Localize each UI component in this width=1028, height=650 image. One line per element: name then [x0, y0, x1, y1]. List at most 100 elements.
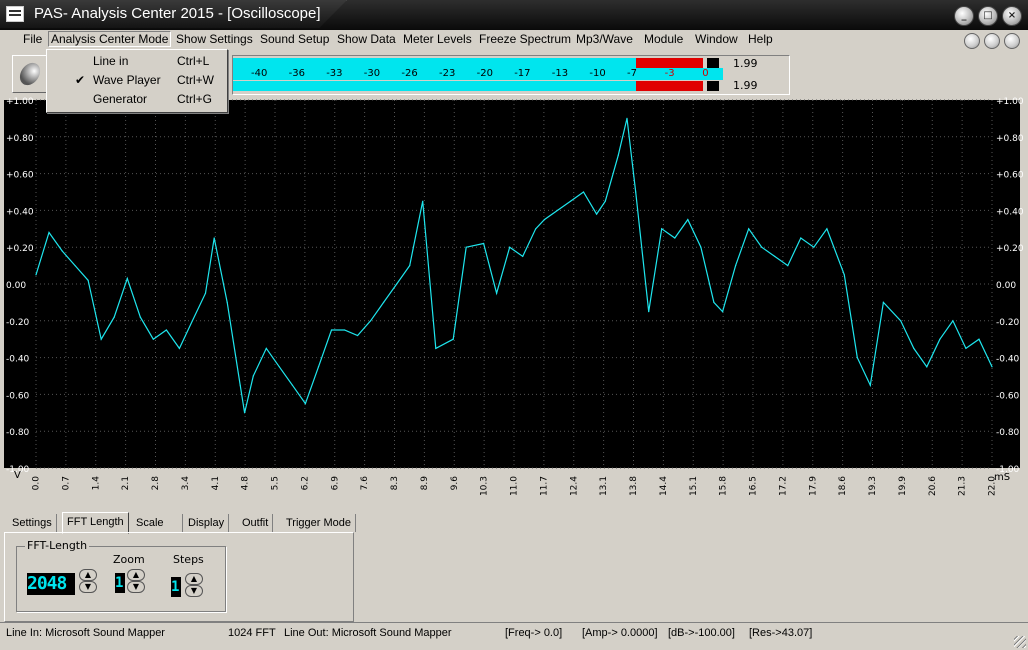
waveform-point: [826, 228, 828, 230]
menu-module[interactable]: Module: [642, 32, 685, 46]
x-tick-label: 11.7: [539, 476, 549, 496]
spin-up-icon[interactable]: ▲: [127, 569, 145, 581]
menu-sound-setup[interactable]: Sound Setup: [258, 32, 331, 46]
menu-show-settings[interactable]: Show Settings: [174, 32, 255, 46]
waveform-point: [243, 412, 246, 414]
menu-show-data[interactable]: Show Data: [335, 32, 398, 46]
waveform-point: [617, 154, 619, 156]
waveform-point: [317, 366, 320, 368]
status-db: [dB->-100.00]: [668, 627, 735, 639]
meter-scale-label: -33: [326, 68, 343, 79]
y-tick-label-right: -0.80: [996, 428, 1020, 438]
waveform-point: [556, 209, 559, 211]
meter-scale-label: -26: [401, 68, 418, 79]
resize-grip[interactable]: [1014, 636, 1026, 648]
status-res: [Res->43.07]: [749, 627, 813, 639]
x-tick-label: 5.5: [271, 476, 281, 490]
close-button[interactable]: ×: [1002, 6, 1022, 26]
waveform-point: [748, 228, 750, 230]
fft-length-spinner[interactable]: ▲ ▼: [79, 569, 97, 593]
menu-item-label: Generator: [93, 92, 148, 106]
meter-scale-label: -17: [514, 68, 531, 79]
tab-settings[interactable]: Settings: [8, 514, 57, 532]
menu-mp3-wave[interactable]: Mp3/Wave: [574, 32, 635, 46]
steps-spinner[interactable]: ▲ ▼: [185, 573, 203, 597]
waveform-point: [330, 329, 333, 331]
spin-down-icon[interactable]: ▼: [185, 585, 203, 597]
menu-help[interactable]: Help: [746, 32, 775, 46]
x-tick-label: 6.2: [300, 476, 310, 490]
level-value-right: 1.99: [733, 79, 758, 92]
waveform-point: [582, 191, 585, 193]
y-tick-label-right: +0.20: [996, 244, 1024, 254]
tab-scale[interactable]: Scale: [132, 514, 183, 532]
menu-item-shortcut: Ctrl+G: [177, 92, 213, 106]
waveform-point: [383, 301, 385, 303]
system-menu-icon[interactable]: [6, 6, 24, 22]
waveform-point: [900, 320, 902, 322]
tab-fft-length[interactable]: FFT Length: [62, 512, 129, 534]
x-tick-label: 21.3: [958, 476, 968, 496]
x-tick-label: 11.0: [510, 476, 520, 496]
waveform-point: [713, 301, 715, 303]
level-meter: 1.99 -40 -36 -33 -30 -26 -23 -20 -17 -13 -10 -7 -3 0…: [232, 55, 790, 95]
fft-length-display: 2048: [27, 573, 75, 595]
menu-file[interactable]: File: [21, 32, 44, 46]
menu-analysis-center-mode[interactable]: Analysis Center Mode: [48, 31, 172, 47]
zoom-spinner[interactable]: ▲ ▼: [127, 569, 145, 593]
tab-display[interactable]: Display: [184, 514, 230, 532]
menu-meter-levels[interactable]: Meter Levels: [401, 32, 474, 46]
waveform-point: [87, 279, 89, 281]
waveform-point: [856, 357, 858, 359]
meter-scale-label: -13: [551, 68, 569, 79]
mdi-minimize-button[interactable]: [964, 33, 980, 49]
menu-item-generator[interactable]: Generator Ctrl+G: [47, 91, 225, 109]
y-tick-label-left: +0.20: [6, 244, 34, 254]
x-tick-label: 19.9: [898, 476, 908, 496]
waveform-point: [204, 292, 207, 294]
y-tick-label-right: +0.80: [996, 134, 1024, 144]
waveform-point: [452, 338, 454, 340]
mdi-close-button[interactable]: [1004, 33, 1020, 49]
x-tick-label: 3.4: [181, 476, 191, 491]
x-tick-label: 8.3: [390, 476, 400, 490]
waveform-point: [409, 265, 411, 267]
x-tick-label: 17.9: [808, 476, 818, 496]
status-freq: [Freq-> 0.0]: [505, 627, 563, 639]
settings-tab-bar: Settings FFT Length Scale Display Outfit…: [4, 512, 357, 534]
waveform-point: [800, 237, 802, 239]
tab-outfit[interactable]: Outfit: [238, 514, 274, 532]
level-bar-left: [233, 58, 723, 68]
mdi-restore-button[interactable]: [984, 33, 1000, 49]
tab-trigger-mode[interactable]: Trigger Mode: [282, 514, 357, 532]
y-tick-label-left: -0.40: [6, 355, 30, 365]
menu-item-wave-player[interactable]: ✔ Wave Player Ctrl+W: [47, 72, 225, 90]
microphone-button[interactable]: [12, 55, 48, 93]
waveform-point: [165, 329, 167, 331]
spin-down-icon[interactable]: ▼: [79, 581, 97, 593]
waveform-point: [213, 237, 215, 239]
menu-item-line-in[interactable]: Line in Ctrl+L: [47, 53, 225, 71]
fft-group-title: FFT-Length: [25, 539, 90, 552]
spin-up-icon[interactable]: ▲: [185, 573, 203, 585]
waveform-point: [721, 311, 724, 313]
waveform-point: [343, 329, 346, 331]
x-tick-label: 13.1: [599, 476, 609, 496]
waveform-point: [978, 338, 980, 340]
menu-window[interactable]: Window: [693, 32, 740, 46]
maximize-button[interactable]: □: [978, 6, 998, 26]
minimize-button[interactable]: _: [954, 6, 974, 26]
menu-freeze-spectrum[interactable]: Freeze Spectrum: [477, 32, 573, 46]
meter-scale-label: -23: [439, 68, 456, 79]
status-amp: [Amp-> 0.0000]: [582, 627, 658, 639]
title-bar: PAS- Analysis Center 2015 - [Oscilloscop…: [0, 0, 1028, 30]
spin-up-icon[interactable]: ▲: [79, 569, 97, 581]
status-fft: 1024 FFT: [228, 627, 276, 639]
fft-length-group: FFT-Length Zoom Steps 2048 ▲ ▼ 1 ▲ ▼ 1 ▲ ▼: [16, 539, 226, 612]
meter-scale-label: -40: [251, 68, 268, 79]
analysis-mode-dropdown: Line in Ctrl+L ✔ Wave Player Ctrl+W Gene…: [46, 49, 228, 113]
menu-bar: File Analysis Center Mode Show Settings …: [0, 30, 1028, 50]
meter-scale: -40 -36 -33 -30 -26 -23 -20 -17 -13 -10 -7 -3 0: [233, 68, 723, 80]
waveform-point: [661, 228, 663, 230]
spin-down-icon[interactable]: ▼: [127, 581, 145, 593]
